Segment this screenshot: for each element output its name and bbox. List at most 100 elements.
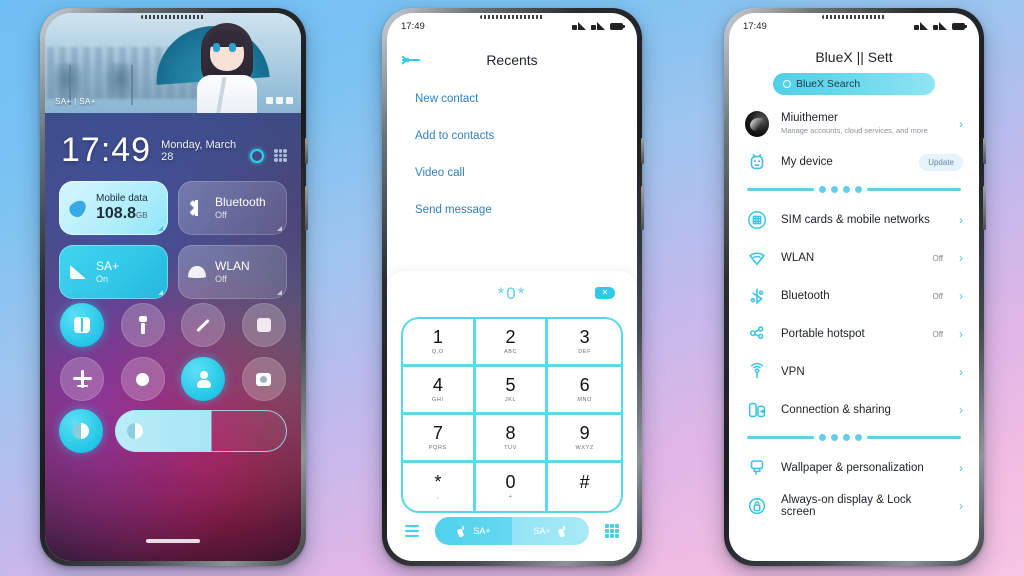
side-button[interactable]: [983, 138, 986, 164]
screenshot-canvas: SA+ | SA+ 17:49 Monday, March 28 Mobile …: [0, 0, 1024, 576]
side-button[interactable]: [305, 138, 308, 164]
tile-state: Off: [215, 273, 227, 284]
brightness-slider[interactable]: [115, 410, 287, 452]
gear-icon[interactable]: [250, 149, 264, 163]
call-sim2-button[interactable]: SA+: [512, 517, 589, 545]
chevron-right-icon: ›: [959, 499, 963, 514]
tile-mobile-signal[interactable]: SA+ On: [59, 245, 168, 299]
menu-item-add-to-contacts[interactable]: Add to contacts: [415, 130, 494, 142]
key-letters: MNO: [577, 396, 592, 403]
battery-icon: [610, 22, 625, 30]
key-letters: GHI: [432, 396, 444, 403]
phone3-screen: 17:49 BlueX || Sett BlueX Search Miuithe…: [729, 13, 979, 561]
phone-device-settings: 17:49 BlueX || Sett BlueX Search Miuithe…: [724, 8, 986, 566]
volume-button[interactable]: [641, 186, 644, 230]
sim2-signal-icon: [933, 22, 947, 30]
key-9[interactable]: 9 WXYZ: [548, 415, 621, 463]
phone-icon: [456, 525, 467, 538]
key-letters: DEF: [578, 348, 592, 355]
side-button[interactable]: [641, 138, 644, 164]
menu-item-send-message[interactable]: Send message: [415, 204, 494, 216]
settings-row-portable-hotspot[interactable]: Portable hotspot Off ›: [743, 315, 965, 353]
call-sim1-button[interactable]: SA+: [435, 517, 512, 545]
vpn-icon: [745, 360, 769, 384]
key-3[interactable]: 3 DEF: [548, 319, 621, 367]
settings-row-always-on-display[interactable]: Always-on display & Lock screen ›: [743, 487, 965, 525]
status-icons: [914, 22, 967, 30]
android-robot-icon: [745, 150, 769, 174]
row-label: Bluetooth: [781, 290, 830, 303]
key-letters: ,: [436, 494, 439, 500]
key-1[interactable]: 1 Q,O: [403, 319, 476, 367]
airplane-mode-icon[interactable]: [60, 357, 105, 401]
settings-row-bluetooth[interactable]: Bluetooth Off ›: [743, 277, 965, 315]
signal-icon: [276, 97, 283, 104]
volume-button[interactable]: [983, 186, 986, 230]
settings-row-vpn[interactable]: VPN ›: [743, 353, 965, 391]
phone1-screen: SA+ | SA+ 17:49 Monday, March 28 Mobile …: [45, 13, 301, 561]
update-button[interactable]: Update: [919, 153, 963, 171]
backspace-icon[interactable]: ✕: [595, 287, 615, 299]
tile-wlan[interactable]: WLAN Off: [178, 245, 287, 299]
search-input[interactable]: BlueX Search: [773, 73, 935, 95]
dialed-number-row: *0* ✕: [387, 271, 637, 317]
status-icons: [572, 22, 625, 30]
battery-icon: [952, 22, 967, 30]
user-account-icon[interactable]: [181, 357, 226, 401]
brightness-dot-icon[interactable]: [120, 357, 165, 401]
row-value: Off: [932, 329, 943, 339]
hamburger-menu-icon[interactable]: [405, 525, 419, 537]
lockscreen-carrier-label: SA+ | SA+: [55, 97, 96, 106]
flashlight-icon[interactable]: [120, 303, 165, 347]
tile-label: Bluetooth: [215, 194, 266, 209]
tile-mobile-data[interactable]: Mobile data 108.8GB: [59, 181, 168, 235]
character-eye: [229, 43, 236, 52]
lock-icon: [745, 494, 769, 518]
settings-row-my-device[interactable]: My device Update: [743, 143, 965, 181]
menu-item-video-call[interactable]: Video call: [415, 167, 494, 179]
key-7[interactable]: 7 PQRS: [403, 415, 476, 463]
row-label: VPN: [781, 366, 805, 379]
settings-row-connection-sharing[interactable]: Connection & sharing ›: [743, 391, 965, 429]
camera-icon[interactable]: [241, 357, 286, 401]
key-star[interactable]: * ,: [403, 463, 476, 511]
key-4[interactable]: 4 GHI: [403, 367, 476, 415]
lockscreen-shortcut-icons: [250, 149, 287, 167]
menu-item-new-contact[interactable]: New contact: [415, 93, 494, 105]
key-digit: 6: [579, 374, 590, 395]
lockscreen-status-icons: [266, 97, 293, 104]
brightness-icon: [127, 423, 143, 439]
section-divider: [743, 429, 965, 449]
key-8[interactable]: 8 TUV: [475, 415, 549, 463]
key-2[interactable]: 2 ABC: [475, 319, 549, 367]
phone-device-dialer: 17:49 Recents New contact Add to contact…: [382, 8, 644, 566]
bluetooth-icon: [745, 284, 769, 308]
key-hash[interactable]: #: [548, 463, 621, 511]
screenshot-icon[interactable]: [241, 303, 286, 347]
home-indicator[interactable]: [146, 539, 200, 543]
chevron-right-icon: ›: [959, 403, 963, 418]
settings-row-wlan[interactable]: WLAN Off ›: [743, 239, 965, 277]
settings-list: Miuithemer Manage accounts, cloud servic…: [729, 105, 979, 561]
do-not-disturb-slash-icon[interactable]: [181, 303, 226, 347]
row-label: Wallpaper & personalization: [781, 462, 924, 475]
key-0[interactable]: 0 +: [476, 463, 549, 511]
pause-media-icon[interactable]: [60, 303, 105, 347]
signal-icon: [266, 97, 273, 104]
earpiece-speaker: [822, 15, 886, 19]
expand-corner-icon: [158, 226, 163, 231]
key-digit: #: [579, 472, 590, 492]
key-5[interactable]: 5 JKL: [475, 367, 549, 415]
settings-row-account[interactable]: Miuithemer Manage accounts, cloud servic…: [743, 105, 965, 143]
settings-row-wallpaper[interactable]: Wallpaper & personalization ›: [743, 449, 965, 487]
brightness-toggle-icon[interactable]: [59, 409, 103, 453]
grid-icon[interactable]: [274, 149, 287, 162]
settings-row-sim-cards[interactable]: SIM cards & mobile networks ›: [743, 201, 965, 239]
dialed-number[interactable]: *0*: [498, 284, 527, 304]
tile-bluetooth[interactable]: Bluetooth Off: [178, 181, 287, 235]
wallpaper-character: [193, 23, 261, 113]
dialer-bottom-bar: SA+ SA+: [387, 515, 637, 547]
key-6[interactable]: 6 MNO: [548, 367, 621, 415]
dialpad-icon[interactable]: [605, 524, 619, 538]
volume-button[interactable]: [305, 186, 308, 230]
